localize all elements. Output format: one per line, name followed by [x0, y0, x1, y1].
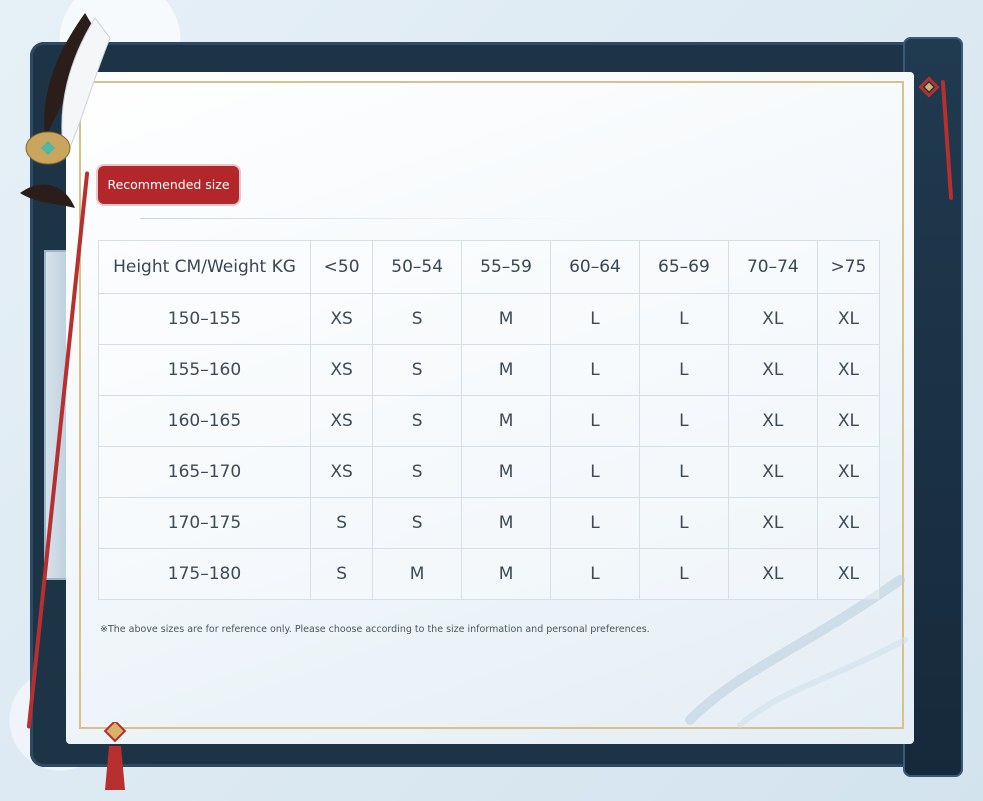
- header-cell: >75: [816, 240, 881, 294]
- table-row: 155–160 XS S M L L XL XL: [98, 344, 881, 396]
- size-cell: XL: [727, 395, 818, 447]
- size-cell: M: [461, 344, 552, 396]
- header-cell: 70–74: [727, 240, 818, 294]
- size-cell: XL: [816, 344, 881, 396]
- size-cell: L: [550, 344, 640, 396]
- header-cell: <50: [309, 240, 374, 294]
- header-cell: 55–59: [461, 240, 552, 294]
- size-cell: L: [638, 446, 729, 498]
- size-cell: L: [638, 293, 729, 345]
- size-cell: L: [550, 446, 640, 498]
- height-cell: 150–155: [98, 293, 311, 345]
- size-cell: XL: [727, 344, 818, 396]
- red-tassel-icon: [103, 722, 127, 790]
- size-cell: S: [372, 344, 463, 396]
- size-cell: M: [461, 395, 552, 447]
- height-cell: 175–180: [98, 548, 311, 600]
- size-cell: L: [550, 395, 640, 447]
- size-cell: XL: [727, 497, 818, 549]
- height-cell: 155–160: [98, 344, 311, 396]
- table-row: 165–170 XS S M L L XL XL: [98, 446, 881, 498]
- size-table: Height CM/Weight KG <50 50–54 55–59 60–6…: [98, 240, 881, 600]
- recommended-size-badge: Recommended size: [98, 166, 239, 204]
- size-cell: S: [309, 497, 374, 549]
- table-header-row: Height CM/Weight KG <50 50–54 55–59 60–6…: [98, 240, 881, 294]
- table-row: 150–155 XS S M L L XL XL: [98, 293, 881, 345]
- header-cell: 60–64: [550, 240, 640, 294]
- size-cell: L: [638, 497, 729, 549]
- height-cell: 160–165: [98, 395, 311, 447]
- size-cell: S: [372, 293, 463, 345]
- header-cell: 65–69: [638, 240, 729, 294]
- size-cell: XL: [816, 395, 881, 447]
- size-cell: L: [550, 293, 640, 345]
- size-cell: M: [461, 497, 552, 549]
- size-cell: XS: [309, 395, 374, 447]
- size-cell: L: [638, 344, 729, 396]
- red-knot-icon: [918, 76, 940, 98]
- size-cell: XL: [816, 497, 881, 549]
- table-row: 170–175 S S M L L XL XL: [98, 497, 881, 549]
- header-cell: 50–54: [372, 240, 463, 294]
- size-cell: M: [461, 446, 552, 498]
- size-cell: XS: [309, 293, 374, 345]
- size-cell: XL: [816, 548, 881, 600]
- size-cell: L: [550, 497, 640, 549]
- size-cell: M: [461, 548, 552, 600]
- size-cell: XS: [309, 446, 374, 498]
- badge-underline: [140, 218, 590, 219]
- size-cell: L: [550, 548, 640, 600]
- size-cell: M: [372, 548, 463, 600]
- size-cell: S: [372, 395, 463, 447]
- size-cell: XL: [727, 446, 818, 498]
- height-cell: 165–170: [98, 446, 311, 498]
- size-cell: S: [372, 446, 463, 498]
- reference-note: ※The above sizes are for reference only.…: [100, 624, 650, 635]
- size-cell: XL: [816, 446, 881, 498]
- size-cell: L: [638, 395, 729, 447]
- size-cell: XL: [816, 293, 881, 345]
- height-cell: 170–175: [98, 497, 311, 549]
- table-row: 175–180 S M M L L XL XL: [98, 548, 881, 600]
- size-cell: M: [461, 293, 552, 345]
- size-cell: S: [372, 497, 463, 549]
- table-row: 160–165 XS S M L L XL XL: [98, 395, 881, 447]
- size-cell: L: [638, 548, 729, 600]
- size-cell: XS: [309, 344, 374, 396]
- size-cell: S: [309, 548, 374, 600]
- size-cell: XL: [727, 548, 818, 600]
- header-cell: Height CM/Weight KG: [98, 240, 311, 294]
- size-cell: XL: [727, 293, 818, 345]
